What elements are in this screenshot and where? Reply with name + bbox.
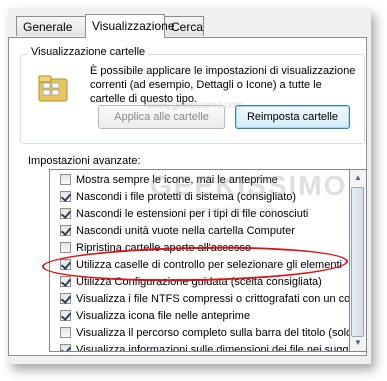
- advanced-settings-list[interactable]: Mostra sempre le icone, mai le anteprime…: [49, 169, 350, 352]
- scroll-up-icon[interactable]: ▲: [350, 170, 366, 186]
- checkbox[interactable]: [60, 344, 71, 351]
- checkbox[interactable]: [60, 242, 71, 253]
- tab-view[interactable]: Visualizzazione: [85, 14, 175, 38]
- folder-views-description: È possibile applicare le impostazioni di…: [90, 65, 356, 105]
- advanced-settings-label: Impostazioni avanzate:: [28, 155, 141, 167]
- tab-general[interactable]: Generale: [16, 16, 86, 36]
- checkbox[interactable]: [60, 259, 71, 270]
- folder-options-icon: [38, 75, 68, 102]
- scrollbar-thumb[interactable]: [351, 187, 364, 337]
- apply-to-folders-button[interactable]: Applica alle cartelle: [98, 105, 225, 129]
- checkbox[interactable]: [60, 327, 71, 338]
- checkbox[interactable]: [60, 225, 71, 236]
- scroll-down-icon[interactable]: ▼: [350, 335, 366, 351]
- checkbox[interactable]: [60, 174, 71, 185]
- folder-views-title: Visualizzazione cartelle: [28, 46, 149, 58]
- checkbox[interactable]: [60, 293, 71, 304]
- tab-strip: Generale Visualizzazione Cerca: [8, 14, 387, 38]
- checkbox[interactable]: [60, 310, 71, 321]
- reset-folders-button[interactable]: Reimposta cartelle: [235, 105, 350, 129]
- checkbox[interactable]: [60, 276, 71, 287]
- list-scrollbar[interactable]: ▲ ▼: [350, 169, 367, 352]
- checkbox[interactable]: [60, 208, 71, 219]
- checkbox[interactable]: [60, 191, 71, 202]
